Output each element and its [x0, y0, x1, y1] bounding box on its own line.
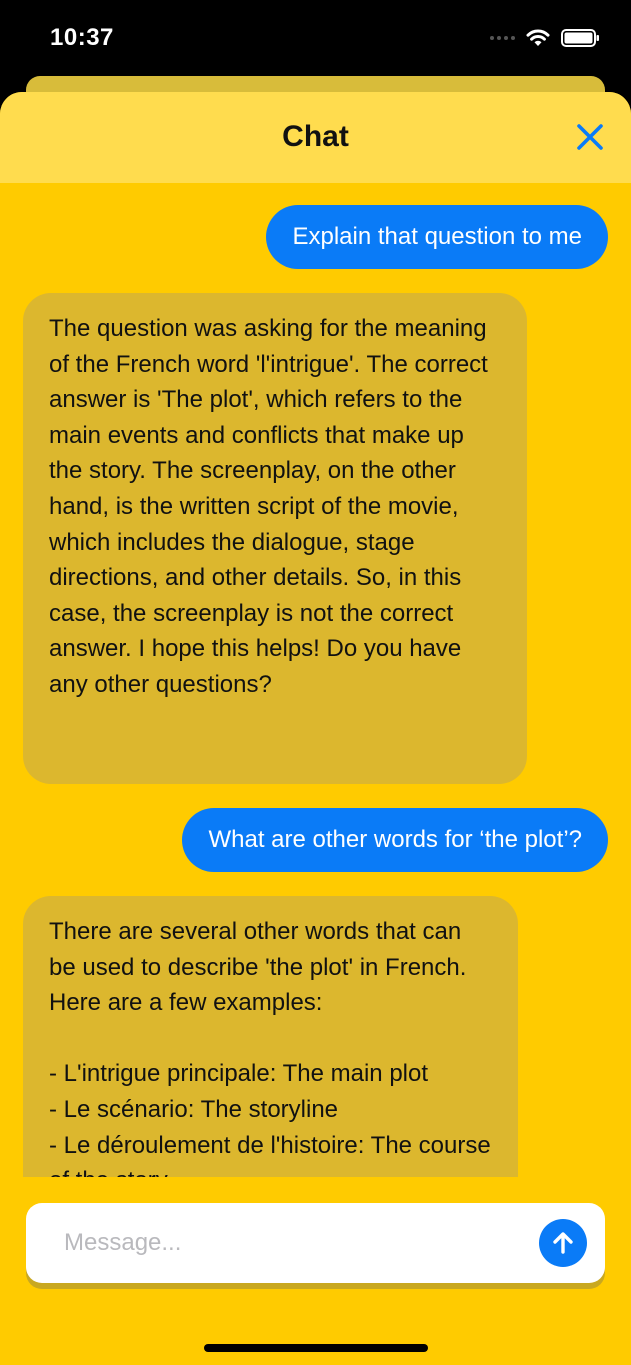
page-title: Chat	[282, 120, 349, 153]
chat-sheet: Chat Explain that question to me The que…	[0, 92, 631, 1365]
wifi-icon	[526, 29, 550, 46]
user-message: Explain that question to me	[266, 205, 608, 269]
message-input[interactable]	[64, 1203, 524, 1283]
user-message: What are other words for ‘the plot’?	[182, 808, 608, 872]
status-bar: 10:37	[0, 0, 631, 80]
status-icons	[490, 28, 601, 48]
battery-icon	[561, 29, 599, 47]
message-composer	[26, 1203, 605, 1283]
close-icon	[577, 124, 603, 150]
arrow-up-icon	[553, 1232, 573, 1254]
home-indicator[interactable]	[204, 1344, 428, 1352]
chat-header: Chat	[0, 92, 631, 183]
assistant-message: The question was asking for the meaning …	[23, 293, 527, 784]
send-button[interactable]	[539, 1219, 587, 1267]
status-time: 10:37	[50, 24, 114, 51]
cellular-signal-icon	[490, 36, 515, 40]
assistant-message: There are several other words that can b…	[23, 896, 518, 1177]
close-button[interactable]	[575, 122, 605, 152]
message-list[interactable]: Explain that question to me The question…	[0, 183, 631, 1177]
